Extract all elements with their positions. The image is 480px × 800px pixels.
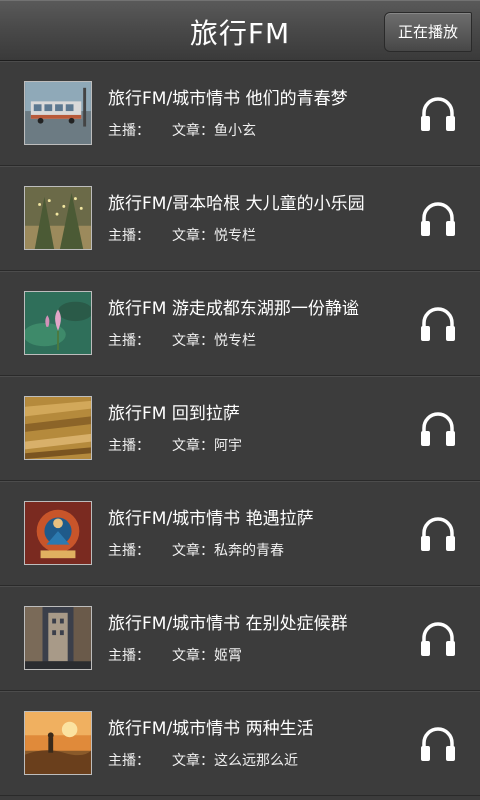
episode-title: 旅行FM 回到拉萨 (108, 404, 240, 424)
episode-author: 悦专栏 (214, 228, 256, 244)
episode-title: 旅行FM/城市情书 在别处症候群 (108, 614, 348, 634)
episode-list: 旅行FM/城市情书 他们的青春梦 主播： 文章：鱼小玄 旅行FM/哥本哈根 大儿… (0, 61, 480, 796)
article-label: 文章： (172, 333, 214, 349)
headphone-icon[interactable] (418, 94, 458, 134)
episode-thumbnail (24, 606, 92, 670)
episode-thumbnail (24, 291, 92, 355)
list-item[interactable]: 旅行FM/城市情书 艳遇拉萨 主播： 文章：私奔的青春 (0, 481, 480, 586)
episode-author: 阿宇 (214, 438, 242, 454)
host-label: 主播： (108, 228, 150, 244)
article-label: 文章： (172, 123, 214, 139)
episode-author: 私奔的青春 (214, 543, 284, 559)
host-label: 主播： (108, 123, 150, 139)
host-label: 主播： (108, 333, 150, 349)
episode-meta: 主播： 文章：这么远那么近 (108, 750, 298, 770)
now-playing-button[interactable]: 正在播放 (384, 12, 472, 52)
list-item[interactable]: 旅行FM/城市情书 在别处症候群 主播： 文章：姬霄 (0, 586, 480, 691)
host-label: 主播： (108, 438, 150, 454)
top-bar: 旅行FM 正在播放 (0, 0, 480, 61)
episode-author: 鱼小玄 (214, 123, 256, 139)
headphone-icon[interactable] (418, 199, 458, 239)
episode-meta: 主播： 文章：悦专栏 (108, 225, 256, 245)
headphone-icon[interactable] (418, 409, 458, 449)
episode-meta: 主播： 文章：鱼小玄 (108, 120, 256, 140)
list-item[interactable]: 旅行FM/哥本哈根 大儿童的小乐园 主播： 文章：悦专栏 (0, 166, 480, 271)
headphone-icon[interactable] (418, 304, 458, 344)
episode-meta: 主播： 文章：悦专栏 (108, 330, 256, 350)
episode-title: 旅行FM 游走成都东湖那一份静谧 (108, 299, 359, 319)
article-label: 文章： (172, 228, 214, 244)
episode-title: 旅行FM/城市情书 他们的青春梦 (108, 89, 348, 109)
article-label: 文章： (172, 753, 214, 769)
episode-meta: 主播： 文章：阿宇 (108, 435, 242, 455)
episode-thumbnail (24, 81, 92, 145)
episode-author: 姬霄 (214, 648, 242, 664)
episode-thumbnail (24, 396, 92, 460)
article-label: 文章： (172, 438, 214, 454)
headphone-icon[interactable] (418, 619, 458, 659)
host-label: 主播： (108, 543, 150, 559)
episode-thumbnail (24, 711, 92, 775)
episode-title: 旅行FM/城市情书 两种生活 (108, 719, 314, 739)
headphone-icon[interactable] (418, 514, 458, 554)
article-label: 文章： (172, 648, 214, 664)
episode-author: 悦专栏 (214, 333, 256, 349)
episode-meta: 主播： 文章：姬霄 (108, 645, 242, 665)
list-item[interactable]: 旅行FM/城市情书 两种生活 主播： 文章：这么远那么近 (0, 691, 480, 796)
list-item[interactable]: 旅行FM 游走成都东湖那一份静谧 主播： 文章：悦专栏 (0, 271, 480, 376)
article-label: 文章： (172, 543, 214, 559)
list-item[interactable]: 旅行FM 回到拉萨 主播： 文章：阿宇 (0, 376, 480, 481)
episode-title: 旅行FM/城市情书 艳遇拉萨 (108, 509, 314, 529)
episode-thumbnail (24, 501, 92, 565)
episode-title: 旅行FM/哥本哈根 大儿童的小乐园 (108, 194, 365, 214)
episode-thumbnail (24, 186, 92, 250)
host-label: 主播： (108, 753, 150, 769)
episode-author: 这么远那么近 (214, 753, 298, 769)
app-screen: 旅行FM 正在播放 旅行FM/城市情书 他们的青春梦 主播： 文章：鱼小玄 旅行… (0, 0, 480, 800)
list-item[interactable]: 旅行FM/城市情书 他们的青春梦 主播： 文章：鱼小玄 (0, 61, 480, 166)
headphone-icon[interactable] (418, 724, 458, 764)
episode-meta: 主播： 文章：私奔的青春 (108, 540, 284, 560)
host-label: 主播： (108, 648, 150, 664)
